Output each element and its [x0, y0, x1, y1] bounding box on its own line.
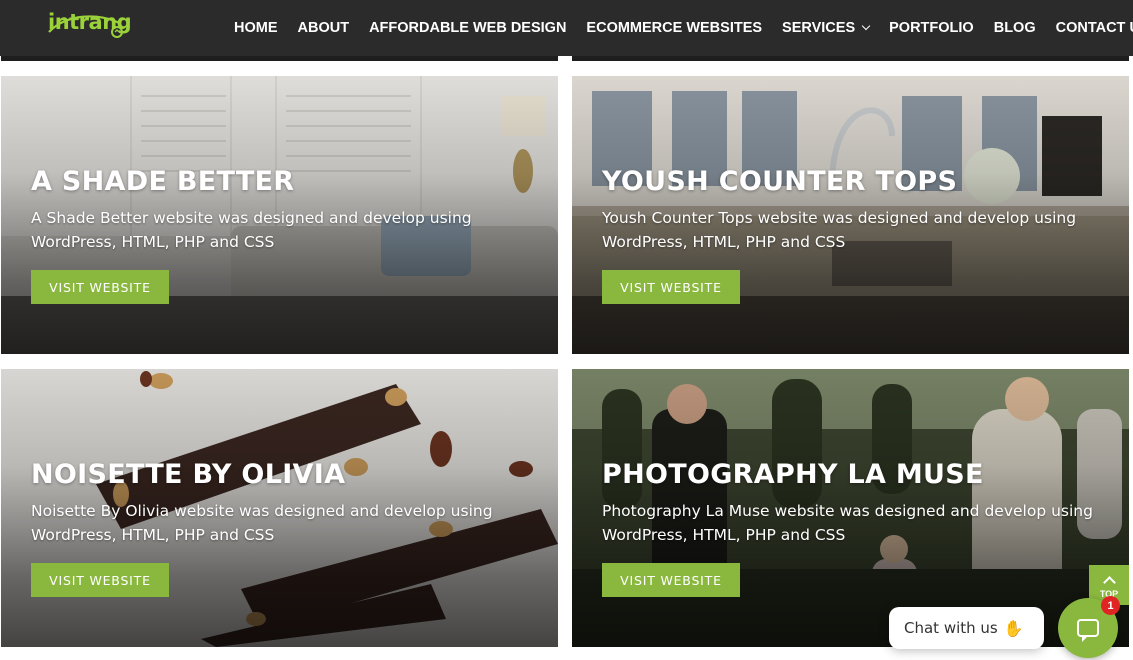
- portfolio-card-title: PHOTOGRAPHY LA MUSE: [602, 459, 984, 490]
- chevron-down-icon: [861, 21, 871, 31]
- nav-affordable-web-design[interactable]: AFFORDABLE WEB DESIGN: [369, 20, 566, 36]
- portfolio-card: A SHADE BETTER A Shade Better website wa…: [1, 76, 558, 354]
- portfolio-card-title: NOISETTE BY OLIVIA: [31, 459, 346, 490]
- portfolio-card-description: Yoush Counter Tops website was designed …: [602, 209, 1077, 251]
- portfolio-card-title: YOUSH COUNTER TOPS: [602, 166, 958, 197]
- chat-notification-badge: 1: [1101, 596, 1120, 615]
- visit-website-button[interactable]: VISIT WEBSITE: [602, 270, 740, 304]
- nav-services-label: SERVICES: [782, 20, 856, 36]
- previous-card-edge: [572, 56, 1129, 61]
- portfolio-card-description: Noisette By Olivia website was designed …: [31, 502, 493, 544]
- portfolio-card-description: Photography La Muse website was designed…: [602, 502, 1093, 544]
- portfolio-card-description: A Shade Better website was designed and …: [31, 209, 472, 251]
- site-logo[interactable]: intrang: [48, 10, 132, 34]
- nav-ecommerce-websites[interactable]: ECOMMERCE WEBSITES: [586, 20, 762, 36]
- portfolio-card: PHOTOGRAPHY LA MUSE Photography La Muse …: [572, 369, 1129, 647]
- page: intrang HOME ABOUT AFFORDABLE WEB DESIGN…: [0, 0, 1133, 660]
- waving-hand-icon: ✋: [1003, 618, 1024, 638]
- portfolio-card: NOISETTE BY OLIVIA Noisette By Olivia we…: [1, 369, 558, 647]
- visit-website-button[interactable]: VISIT WEBSITE: [31, 270, 169, 304]
- nav-home[interactable]: HOME: [234, 20, 278, 36]
- nav-about[interactable]: ABOUT: [298, 20, 350, 36]
- nav-services[interactable]: SERVICES: [782, 20, 871, 36]
- nav-blog[interactable]: BLOG: [994, 20, 1036, 36]
- nav-portfolio[interactable]: PORTFOLIO: [889, 20, 974, 36]
- visit-website-button[interactable]: VISIT WEBSITE: [602, 563, 740, 597]
- chat-label: Chat with us: [904, 619, 998, 637]
- visit-website-button[interactable]: VISIT WEBSITE: [31, 563, 169, 597]
- nav-contact-us[interactable]: CONTACT US: [1056, 20, 1133, 36]
- chat-bubble-icon: [1077, 619, 1099, 642]
- portfolio-card: YOUSH COUNTER TOPS Yoush Counter Tops we…: [572, 76, 1129, 354]
- previous-card-edge: [1, 56, 558, 61]
- portfolio-card-title: A SHADE BETTER: [31, 166, 295, 197]
- main-nav: HOME ABOUT AFFORDABLE WEB DESIGN ECOMMER…: [224, 0, 1133, 56]
- chat-invite[interactable]: Chat with us ✋: [889, 607, 1044, 649]
- site-header: intrang HOME ABOUT AFFORDABLE WEB DESIGN…: [0, 0, 1133, 56]
- chevron-up-icon: [1102, 575, 1116, 589]
